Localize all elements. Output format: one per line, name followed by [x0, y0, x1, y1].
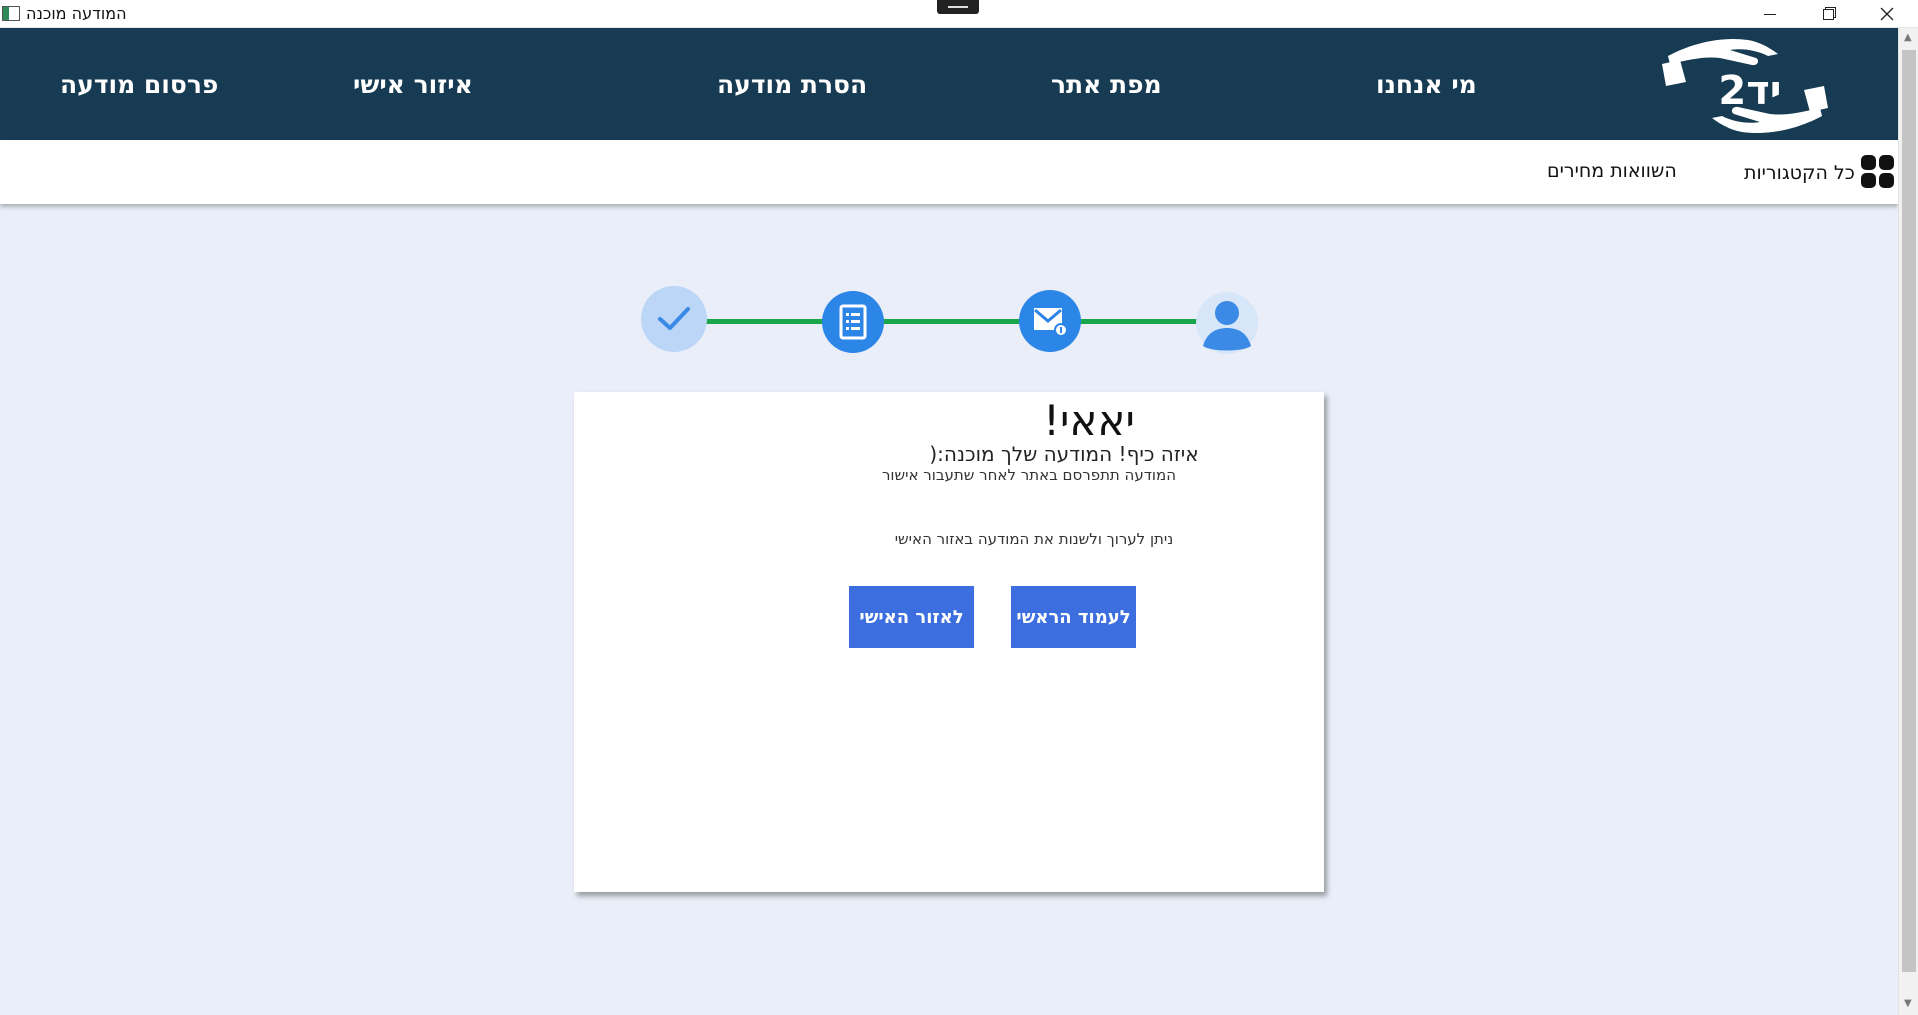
success-subline: איזה כיף! המודעה שלך מוכנה:(	[929, 442, 1199, 466]
all-categories-link[interactable]: כל הקטגוריות	[1744, 162, 1855, 184]
stepper-connector	[706, 319, 826, 324]
success-headline: יאאי!	[1043, 396, 1135, 445]
edit-note: ניתן לערוך ולשנות את המודעה באזור האישי	[894, 530, 1174, 548]
restore-icon	[1822, 8, 1834, 20]
minimize-icon	[1764, 13, 1776, 15]
stepper-connector	[1078, 319, 1200, 324]
nav-sitemap[interactable]: מפת אתר	[1051, 70, 1162, 99]
main-navbar: פרסום מודעה איזור אישי הסרת מודעה מפת את…	[0, 28, 1898, 140]
restore-button[interactable]	[1799, 0, 1857, 28]
hands-logo-icon: יד2	[1662, 38, 1828, 134]
window-titlebar: המודעה מוכנה	[0, 0, 1918, 28]
drag-handle[interactable]	[937, 0, 979, 14]
step-complete	[641, 286, 707, 352]
close-icon	[1880, 7, 1894, 21]
go-personal-area-button[interactable]: לאזור האישי	[849, 586, 974, 648]
go-home-button[interactable]: לעמוד הראשי	[1011, 586, 1136, 648]
nav-personal-area[interactable]: איזור אישי	[353, 70, 473, 99]
price-compare-link[interactable]: השוואות מחירים	[1547, 160, 1677, 182]
nav-about[interactable]: מי אנחנו	[1376, 70, 1477, 99]
site-logo[interactable]: יד2	[1660, 34, 1830, 138]
app-icon	[2, 6, 20, 21]
category-bar: השוואות מחירים כל הקטגוריות	[0, 140, 1898, 204]
nav-publish-ad[interactable]: פרסום מודעה	[60, 70, 218, 99]
step-contact	[1019, 290, 1081, 352]
scroll-down-icon[interactable]: ▼	[1904, 998, 1912, 1009]
categories-grid-icon[interactable]	[1861, 155, 1894, 188]
scroll-up-icon[interactable]: ▲	[1904, 32, 1912, 43]
nav-remove-ad[interactable]: הסרת מודעה	[717, 70, 867, 99]
minimize-button[interactable]	[1741, 0, 1799, 28]
step-user	[1196, 292, 1258, 354]
stepper-connector	[882, 319, 1022, 324]
logo-text: יד2	[1718, 68, 1781, 114]
scroll-thumb[interactable]	[1902, 50, 1916, 972]
page-scrollbar[interactable]: ▲ ▼	[1898, 28, 1918, 1015]
window-title: המודעה מוכנה	[26, 4, 127, 23]
success-card: יאאי! איזה כיף! המודעה שלך מוכנה:( המודע…	[574, 392, 1324, 892]
list-icon	[839, 304, 867, 340]
close-button[interactable]	[1858, 0, 1916, 28]
mail-icon	[1034, 308, 1068, 337]
user-icon	[1203, 301, 1251, 351]
check-icon	[658, 307, 690, 330]
step-details	[822, 291, 884, 353]
publish-note: המודעה תתפרסם באתר לאחר שתעבור אישור	[881, 466, 1177, 484]
